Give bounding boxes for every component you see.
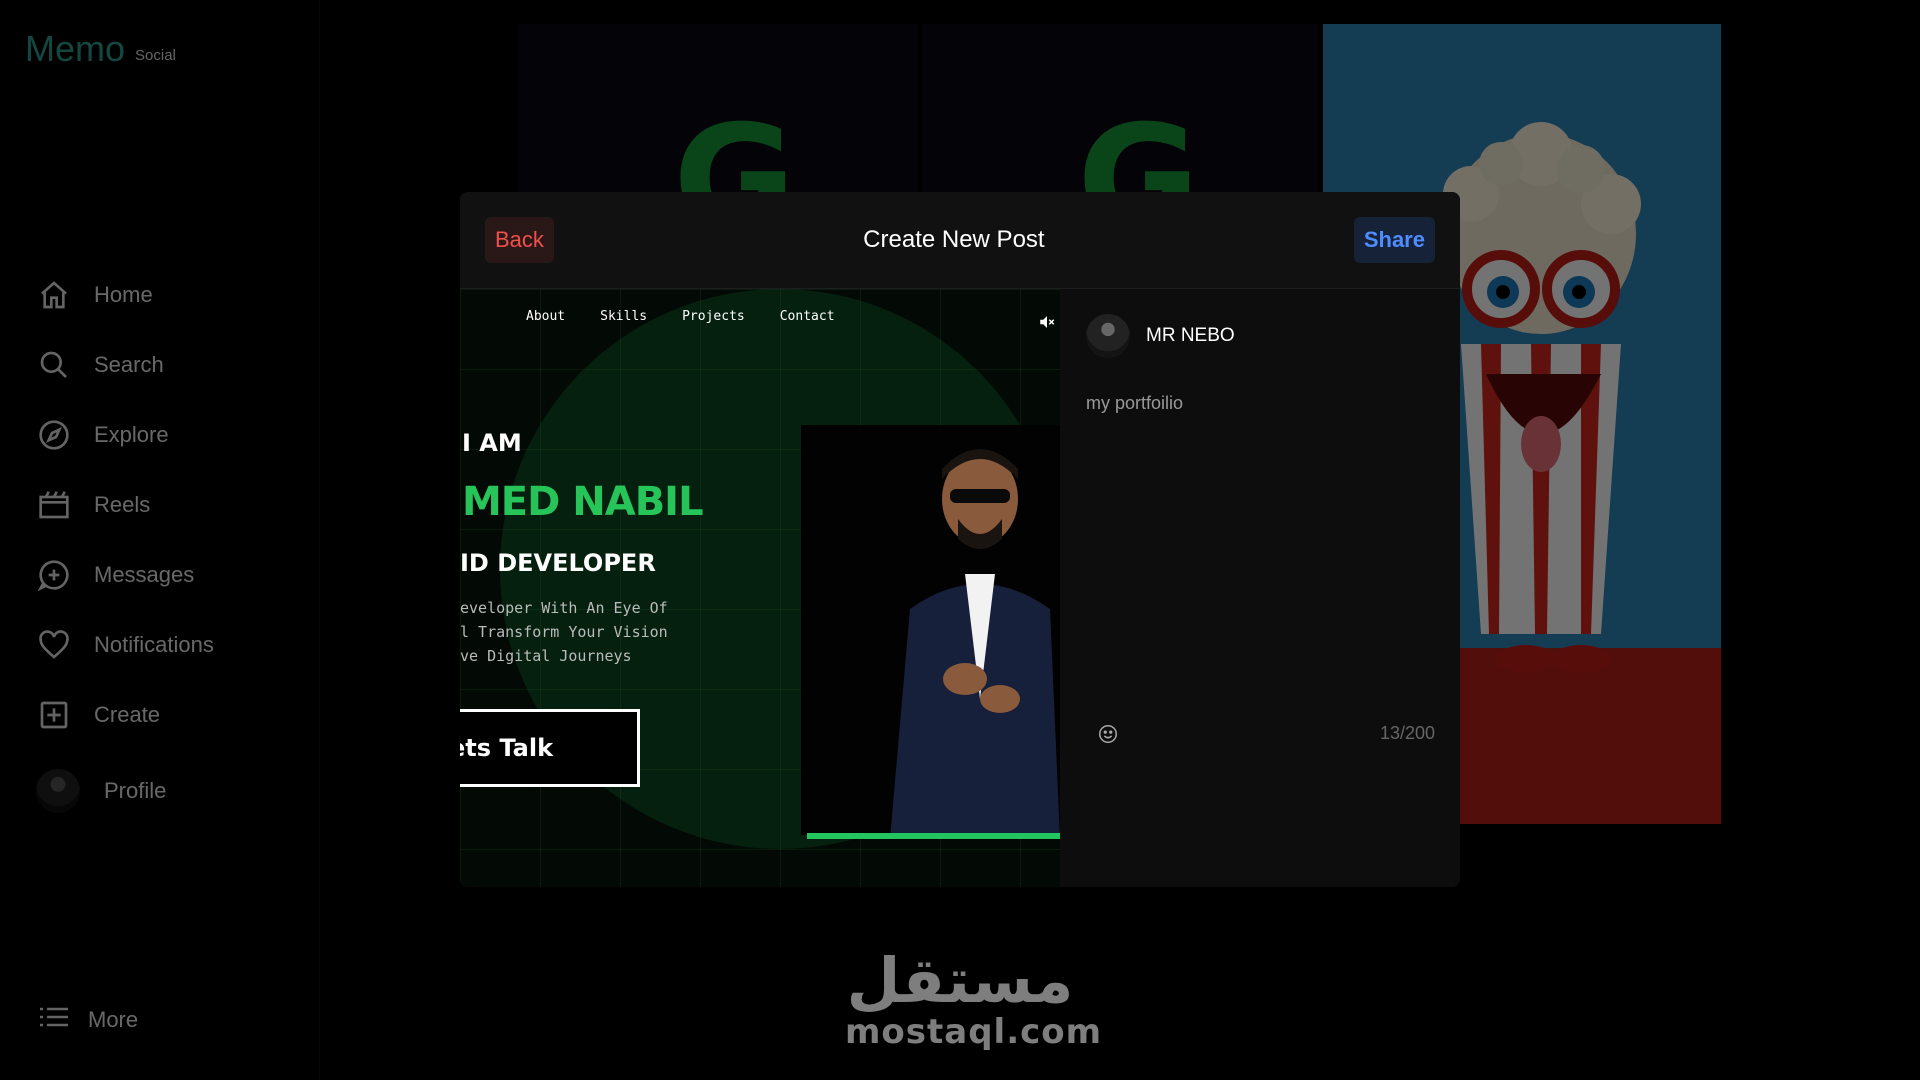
app-logo[interactable]: Memo Social — [25, 28, 176, 70]
preview-iam: I AM — [462, 429, 522, 457]
popcorn-mascot-image — [1443, 122, 1641, 673]
home-icon — [36, 277, 72, 313]
modal-title: Create New Post — [863, 226, 1045, 253]
sidebar-item-label: Search — [94, 352, 164, 377]
create-post-modal: Back Create New Post Share About Skills … — [460, 192, 1460, 887]
preview-description: eveloper With An Eye Of l Transform Your… — [460, 596, 668, 668]
avatar — [36, 769, 80, 813]
watermark-latin: mostaql.com — [845, 1012, 1103, 1052]
menu-icon — [38, 1005, 70, 1034]
logo-tagline: Social — [135, 47, 176, 64]
sidebar-item-reels[interactable]: Reels — [36, 470, 214, 540]
preview-cta-label: ets Talk — [460, 734, 554, 762]
sidebar-item-create[interactable]: Create — [36, 680, 214, 750]
preview-nav-item: Skills — [600, 309, 648, 324]
sidebar-item-search[interactable]: Search — [36, 330, 214, 400]
preview-role: ID DEVELOPER — [460, 549, 656, 577]
clapperboard-icon — [36, 487, 72, 523]
preview-accent-bar — [807, 833, 1060, 839]
plus-square-icon — [36, 697, 72, 733]
sidebar-item-explore[interactable]: Explore — [36, 400, 214, 470]
more-button[interactable]: More — [38, 1005, 138, 1034]
heart-icon — [36, 627, 72, 663]
caption-input[interactable]: my portfoilio — [1086, 393, 1183, 414]
person-photo — [890, 449, 1060, 839]
preview-nav: About Skills Projects Contact — [526, 309, 835, 324]
preview-desc-line: l Transform Your Vision — [460, 623, 668, 641]
sidebar-item-home[interactable]: Home — [36, 260, 214, 330]
logo-text: Memo — [25, 28, 126, 69]
sidebar-item-notifications[interactable]: Notifications — [36, 610, 214, 680]
sidebar-item-label: Reels — [94, 492, 151, 517]
post-composer: MR NEBO my portfoilio 13/200 — [1061, 289, 1460, 887]
sidebar-item-label: Messages — [94, 562, 195, 587]
media-preview[interactable]: About Skills Projects Contact I AM MED N… — [460, 289, 1060, 887]
preview-nav-item: About — [526, 309, 566, 324]
more-label: More — [88, 1006, 139, 1032]
username: MR NEBO — [1146, 325, 1235, 346]
sidebar-item-label: Notifications — [94, 632, 214, 657]
sidebar-item-messages[interactable]: Messages — [36, 540, 214, 610]
mute-icon[interactable] — [1038, 313, 1056, 336]
composer-user: MR NEBO — [1086, 314, 1235, 358]
preview-cta: ets Talk — [460, 709, 640, 787]
back-button[interactable]: Back — [485, 217, 554, 263]
sidebar-item-label: Profile — [104, 778, 167, 803]
compass-icon — [36, 417, 72, 453]
modal-header: Back Create New Post Share — [460, 192, 1460, 289]
mostaql-watermark: مستقل mostaql.com — [845, 944, 1103, 1053]
preview-desc-line: ve Digital Journeys — [460, 647, 632, 665]
preview-name: MED NABIL — [462, 479, 704, 525]
sidebar-item-profile[interactable]: Profile — [36, 756, 214, 826]
emoji-icon[interactable] — [1097, 723, 1119, 750]
message-plus-icon — [36, 557, 72, 593]
search-icon — [36, 347, 72, 383]
watermark-arabic: مستقل — [846, 944, 1074, 1017]
sidebar-item-label: Create — [94, 702, 161, 727]
main-nav: Home Search Explore Reels Messages Notif… — [36, 260, 214, 826]
character-counter: 13/200 — [1379, 723, 1435, 743]
sidebar: Memo Social Home Search Explore Reels Me… — [0, 0, 320, 1080]
preview-desc-line: eveloper With An Eye Of — [460, 599, 668, 617]
share-button[interactable]: Share — [1353, 217, 1435, 263]
sidebar-item-label: Explore — [94, 422, 169, 447]
sidebar-item-label: Home — [94, 282, 153, 307]
preview-nav-item: Projects — [682, 309, 745, 324]
avatar — [1086, 314, 1130, 358]
preview-nav-item: Contact — [779, 309, 835, 324]
